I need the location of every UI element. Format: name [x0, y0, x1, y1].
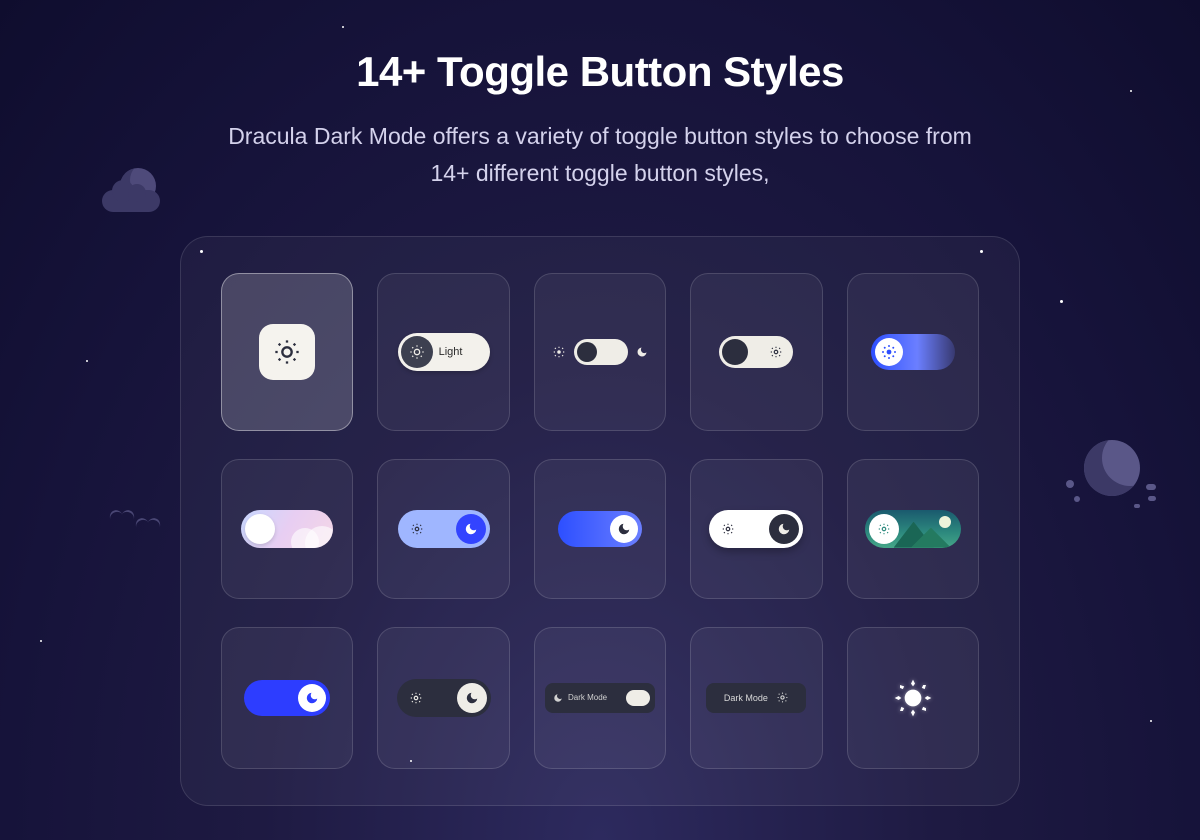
toggle-style-9[interactable]: [690, 459, 822, 599]
sun-icon: [769, 345, 783, 359]
moon-icon: [305, 691, 319, 705]
toggle-style-14[interactable]: Dark Mode: [690, 627, 822, 769]
toggle-style-10[interactable]: [847, 459, 979, 599]
sun-icon: [880, 343, 898, 361]
toggle-style-12[interactable]: [377, 627, 509, 769]
moon-icon: [465, 691, 479, 705]
decorative-moon-icon: [1084, 440, 1140, 496]
sun-icon: [776, 691, 789, 704]
sun-icon: [877, 522, 891, 536]
sun-icon: [552, 345, 566, 359]
toggle-style-6[interactable]: [221, 459, 353, 599]
knob: [245, 514, 275, 544]
toggle-styles-panel: Light: [180, 236, 1020, 806]
toggle-label: Light: [439, 346, 463, 358]
moon-icon: [617, 522, 631, 536]
toggle-style-4[interactable]: [690, 273, 822, 431]
toggle-grid: Light: [221, 273, 979, 769]
moon-icon: [636, 346, 648, 358]
toggle-style-2[interactable]: Light: [377, 273, 509, 431]
page-title: 14+ Toggle Button Styles: [0, 48, 1200, 96]
toggle-style-11[interactable]: [221, 627, 353, 769]
toggle-style-3[interactable]: [534, 273, 666, 431]
toggle-style-15[interactable]: [847, 627, 979, 769]
toggle-style-1[interactable]: [221, 273, 353, 431]
header: 14+ Toggle Button Styles Dracula Dark Mo…: [0, 0, 1200, 192]
toggle-label: Dark Mode: [568, 693, 607, 702]
moon-icon: [777, 522, 791, 536]
sun-icon: [273, 338, 301, 366]
sun-icon: [721, 522, 735, 536]
sun-icon: [893, 678, 933, 718]
toggle-style-8[interactable]: [534, 459, 666, 599]
toggle-style-7[interactable]: [377, 459, 509, 599]
page-subtitle: Dracula Dark Mode offers a variety of to…: [220, 118, 980, 192]
toggle-style-5[interactable]: [847, 273, 979, 431]
moon-icon: [553, 693, 563, 703]
decorative-moon-cloud-icon: [120, 168, 156, 204]
toggle-label: Dark Mode: [724, 693, 768, 703]
sun-icon: [409, 691, 423, 705]
sun-icon: [409, 344, 425, 360]
sun-icon: [410, 522, 424, 536]
toggle-style-13[interactable]: Dark Mode: [534, 627, 666, 769]
moon-icon: [464, 522, 478, 536]
